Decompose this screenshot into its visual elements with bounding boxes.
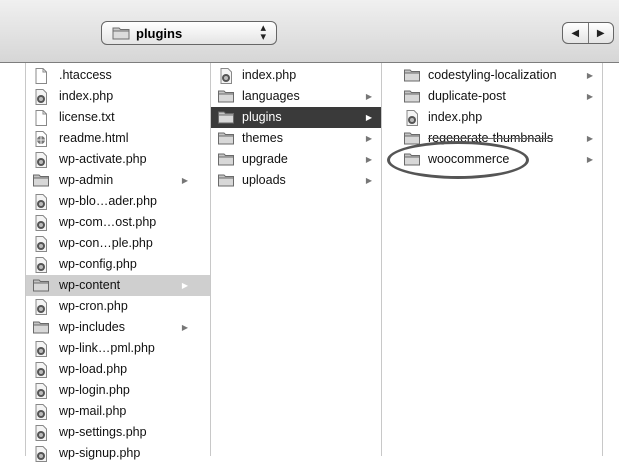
disclosure-arrow-icon: ▶ [181,323,188,332]
item-label: wp-load.php [59,362,128,376]
folder-item[interactable]: woocommerce ▶ [382,149,602,170]
popup-arrows-icon: ▴ ▾ [260,23,266,43]
item-label: wp-includes [59,320,126,334]
item-label: wp-content [59,278,121,292]
item-label: index.php [428,110,483,124]
back-button[interactable]: ◀ [563,23,589,43]
item-label: wp-con…ple.php [59,236,153,250]
column-root[interactable]: .htaccess index.php license.txt readme.html… [25,63,211,462]
item-label: wp-admin [59,173,114,187]
forward-arrow-icon: ▶ [596,27,605,39]
disclosure-arrow-icon: ▶ [181,281,188,290]
folder-item[interactable]: uploads ▶ [211,170,381,191]
file-item[interactable]: wp-con…ple.php [26,233,210,254]
folder-item[interactable]: plugins ▶ [211,107,381,128]
back-forward-buttons: ◀ ▶ [562,22,614,44]
item-label: license.txt [59,110,115,124]
disclosure-arrow-icon: ▶ [586,92,593,101]
item-label: wp-blo…ader.php [59,194,157,208]
folder-item[interactable]: themes ▶ [211,128,381,149]
finder-toolbar: plugins ▴ ▾ ◀ ▶ [0,0,619,63]
php-file-icon [33,446,49,469]
file-item[interactable]: wp-login.php [26,380,210,401]
item-label: codestyling-localization [428,68,557,82]
forward-button[interactable]: ▶ [589,23,614,43]
item-label: wp-mail.php [59,404,127,418]
item-label: plugins [242,110,282,124]
item-label: woocommerce [428,152,510,166]
item-label: wp-cron.php [59,299,128,313]
file-item[interactable]: wp-com…ost.php [26,212,210,233]
disclosure-arrow-icon: ▶ [586,155,593,164]
folder-item[interactable]: duplicate-post ▶ [382,86,602,107]
file-item[interactable]: index.php [382,107,602,128]
folder-item[interactable]: wp-includes ▶ [26,317,210,338]
file-item[interactable]: readme.html [26,128,210,149]
item-label: wp-signup.php [59,446,141,460]
file-item[interactable]: index.php [211,65,381,86]
item-label: upgrade [242,152,288,166]
file-item[interactable]: .htaccess [26,65,210,86]
folder-icon [404,152,420,173]
item-label: wp-settings.php [59,425,147,439]
disclosure-arrow-icon: ▶ [586,134,593,143]
file-item[interactable]: wp-settings.php [26,422,210,443]
file-item[interactable]: license.txt [26,107,210,128]
folder-icon [112,27,130,40]
file-item[interactable]: wp-signup.php [26,443,210,464]
item-label: themes [242,131,283,145]
item-label: wp-com…ost.php [59,215,157,229]
item-label: readme.html [59,131,129,145]
item-label: languages [242,89,300,103]
folder-item[interactable]: wp-content ▶ [26,275,210,296]
file-item[interactable]: wp-load.php [26,359,210,380]
folder-item[interactable]: codestyling-localization ▶ [382,65,602,86]
file-item[interactable]: wp-config.php [26,254,210,275]
disclosure-arrow-icon: ▶ [365,176,372,185]
column-empty [603,63,619,456]
chevron-down-icon: ▾ [260,31,266,43]
item-label: wp-activate.php [59,152,147,166]
disclosure-arrow-icon: ▶ [365,134,372,143]
column-plugins[interactable]: codestyling-localization ▶ duplicate-post ▶… [382,63,603,456]
item-label: regenerate-thumbnails [428,131,554,145]
disclosure-arrow-icon: ▶ [365,113,372,122]
file-item[interactable]: wp-mail.php [26,401,210,422]
item-label: wp-link…pml.php [59,341,155,355]
path-popup-button[interactable]: plugins ▴ ▾ [101,21,277,45]
item-label: wp-login.php [59,383,130,397]
column-browser: .htaccess index.php license.txt readme.html… [0,63,619,462]
item-label: duplicate-post [428,89,506,103]
column-wp-content[interactable]: index.php languages ▶ plugins ▶ themes ▶ upgrad… [211,63,382,456]
file-item[interactable]: wp-cron.php [26,296,210,317]
disclosure-arrow-icon: ▶ [586,71,593,80]
item-label: wp-config.php [59,257,137,271]
folder-item[interactable]: upgrade ▶ [211,149,381,170]
item-label: uploads [242,173,286,187]
item-label: index.php [59,89,114,103]
item-label: index.php [242,68,297,82]
folder-item[interactable]: languages ▶ [211,86,381,107]
back-arrow-icon: ◀ [571,27,580,39]
item-label: .htaccess [59,68,112,82]
folder-item[interactable]: wp-admin ▶ [26,170,210,191]
folder-icon [218,173,234,194]
file-item[interactable]: wp-blo…ader.php [26,191,210,212]
disclosure-arrow-icon: ▶ [365,155,372,164]
disclosure-arrow-icon: ▶ [365,92,372,101]
path-popup-label: plugins [136,25,183,41]
file-item[interactable]: index.php [26,86,210,107]
file-item[interactable]: wp-link…pml.php [26,338,210,359]
file-item[interactable]: wp-activate.php [26,149,210,170]
folder-item[interactable]: regenerate-thumbnails ▶ [382,128,602,149]
disclosure-arrow-icon: ▶ [181,176,188,185]
